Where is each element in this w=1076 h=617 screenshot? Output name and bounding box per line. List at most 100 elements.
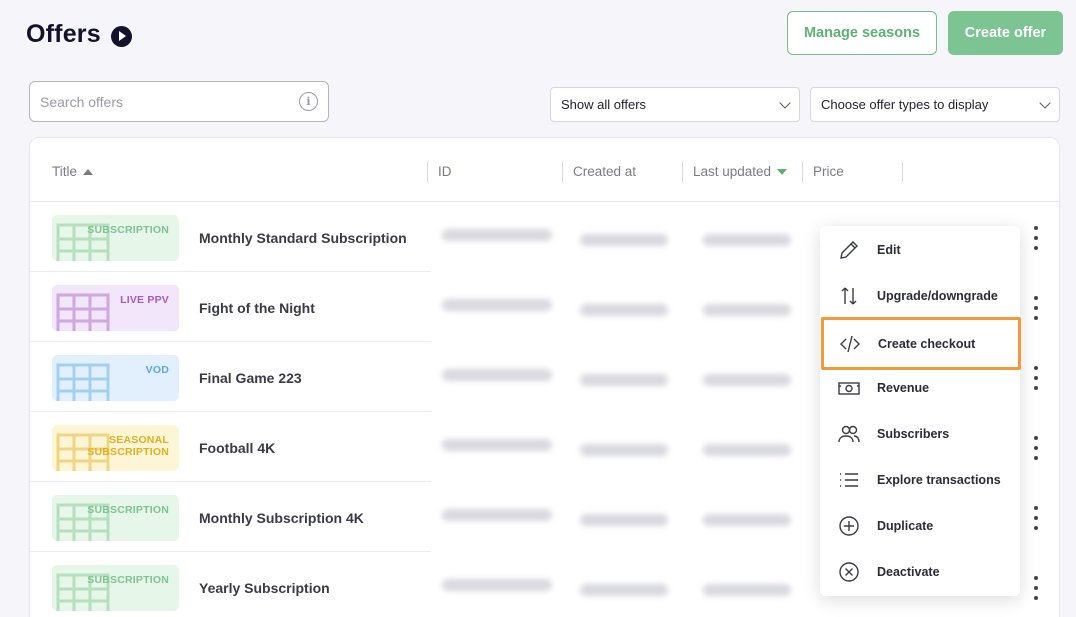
offer-thumbnail: SUBSCRIPTION <box>52 495 179 541</box>
offer-thumbnail: SUBSCRIPTION <box>52 215 179 261</box>
created-at-redacted <box>580 374 668 386</box>
sort-descending-icon <box>777 168 788 175</box>
menu-item-deactivate[interactable]: Deactivate <box>820 549 1020 595</box>
created-at-redacted <box>580 234 668 246</box>
offer-type-label: VOD <box>145 364 169 376</box>
column-header-created[interactable]: Created at <box>573 164 636 179</box>
menu-item-upgrade-downgrade[interactable]: Upgrade/downgrade <box>820 273 1020 319</box>
offer-types-value: Choose offer types to display <box>821 97 989 112</box>
offer-type-label: LIVE PPV <box>120 294 169 306</box>
offer-thumbnail: SEASONAL SUBSCRIPTION <box>52 425 179 471</box>
menu-item-create-checkout[interactable]: Create checkout <box>821 317 1021 370</box>
page-title: Offers <box>26 20 101 48</box>
column-divider[interactable] <box>682 162 683 182</box>
column-divider[interactable] <box>562 162 563 182</box>
offer-type-graphic-icon <box>56 293 110 331</box>
column-header-title[interactable]: Title <box>52 164 94 179</box>
column-header-id[interactable]: ID <box>438 164 452 179</box>
created-at-redacted <box>580 304 668 316</box>
more-options-icon[interactable] <box>1026 506 1046 530</box>
offer-thumbnail: LIVE PPV <box>52 285 179 331</box>
search-box: i <box>29 81 329 122</box>
offer-title[interactable]: Football 4K <box>199 440 275 456</box>
offer-title[interactable]: Final Game 223 <box>199 370 302 386</box>
last-updated-redacted <box>703 234 791 246</box>
menu-item-label: Revenue <box>877 381 930 395</box>
manage-seasons-button[interactable]: Manage seasons <box>787 11 937 55</box>
offer-thumbnail: VOD <box>52 355 179 401</box>
offer-type-label: SEASONAL SUBSCRIPTION <box>87 434 169 458</box>
last-updated-redacted <box>703 584 791 596</box>
menu-item-label: Explore transactions <box>877 473 1001 487</box>
table-header: Title ID Created at Last updated Price <box>30 138 1059 202</box>
list-icon <box>837 468 861 492</box>
created-at-redacted <box>580 444 668 456</box>
code-icon <box>838 332 862 356</box>
row-actions-menu: Edit Upgrade/downgrade Create checkout R… <box>820 226 1021 596</box>
offer-id-redacted <box>442 579 552 591</box>
menu-item-label: Edit <box>877 243 901 257</box>
offer-type-label: SUBSCRIPTION <box>87 504 169 516</box>
last-updated-redacted <box>703 304 791 316</box>
chevron-down-icon <box>1039 96 1051 109</box>
offer-title[interactable]: Yearly Subscription <box>199 580 330 596</box>
column-label: Price <box>813 164 844 179</box>
menu-item-label: Duplicate <box>877 519 934 533</box>
menu-item-explore-transactions[interactable]: Explore transactions <box>820 457 1020 503</box>
menu-item-duplicate[interactable]: Duplicate <box>820 503 1020 549</box>
offer-type-label: SUBSCRIPTION <box>87 224 169 236</box>
more-options-icon[interactable] <box>1026 576 1046 600</box>
column-divider[interactable] <box>802 162 803 182</box>
banknote-icon <box>837 376 861 400</box>
column-divider[interactable] <box>427 162 428 182</box>
users-icon <box>837 422 861 446</box>
last-updated-redacted <box>703 514 791 526</box>
offer-type-label: SUBSCRIPTION <box>87 574 169 586</box>
info-icon[interactable]: i <box>299 92 318 111</box>
chevron-down-icon <box>779 96 791 109</box>
offer-id-redacted <box>442 229 552 241</box>
offer-id-redacted <box>442 299 552 311</box>
menu-item-edit[interactable]: Edit <box>820 227 1020 273</box>
created-at-redacted <box>580 514 668 526</box>
more-options-icon[interactable] <box>1026 366 1046 390</box>
offer-types-select[interactable]: Choose offer types to display <box>810 87 1060 122</box>
show-offers-select[interactable]: Show all offers <box>550 87 800 122</box>
pencil-icon <box>837 238 861 262</box>
column-label: Title <box>52 164 78 179</box>
offer-id-redacted <box>442 439 552 451</box>
play-icon[interactable] <box>110 25 132 47</box>
offer-title[interactable]: Monthly Standard Subscription <box>199 230 407 246</box>
more-options-icon[interactable] <box>1026 296 1046 320</box>
more-options-icon[interactable] <box>1026 436 1046 460</box>
column-label: Last updated <box>693 164 772 179</box>
offer-type-graphic-icon <box>56 363 110 401</box>
offer-id-redacted <box>442 509 552 521</box>
column-label: Created at <box>573 164 637 179</box>
menu-item-label: Upgrade/downgrade <box>877 289 998 303</box>
column-header-price[interactable]: Price <box>813 164 844 179</box>
offer-title[interactable]: Fight of the Night <box>199 300 315 316</box>
x-circle-icon <box>837 560 861 584</box>
created-at-redacted <box>580 584 668 596</box>
last-updated-redacted <box>703 444 791 456</box>
menu-item-subscribers[interactable]: Subscribers <box>820 411 1020 457</box>
create-offer-button[interactable]: Create offer <box>948 11 1063 55</box>
up-down-arrows-icon <box>837 284 861 308</box>
menu-item-label: Deactivate <box>877 565 940 579</box>
offer-id-redacted <box>442 369 552 381</box>
menu-item-label: Subscribers <box>877 427 950 441</box>
more-options-icon[interactable] <box>1026 226 1046 250</box>
plus-circle-icon <box>837 514 861 538</box>
menu-item-revenue[interactable]: Revenue <box>820 365 1020 411</box>
page-title-area: Offers <box>26 20 132 49</box>
column-header-updated[interactable]: Last updated <box>693 164 788 179</box>
column-label: ID <box>438 164 452 179</box>
offer-title[interactable]: Monthly Subscription 4K <box>199 510 364 526</box>
offer-thumbnail: SUBSCRIPTION <box>52 565 179 611</box>
search-input[interactable] <box>40 93 299 110</box>
sort-ascending-icon <box>83 168 94 175</box>
last-updated-redacted <box>703 374 791 386</box>
column-divider[interactable] <box>902 162 903 182</box>
menu-item-label: Create checkout <box>878 336 976 351</box>
